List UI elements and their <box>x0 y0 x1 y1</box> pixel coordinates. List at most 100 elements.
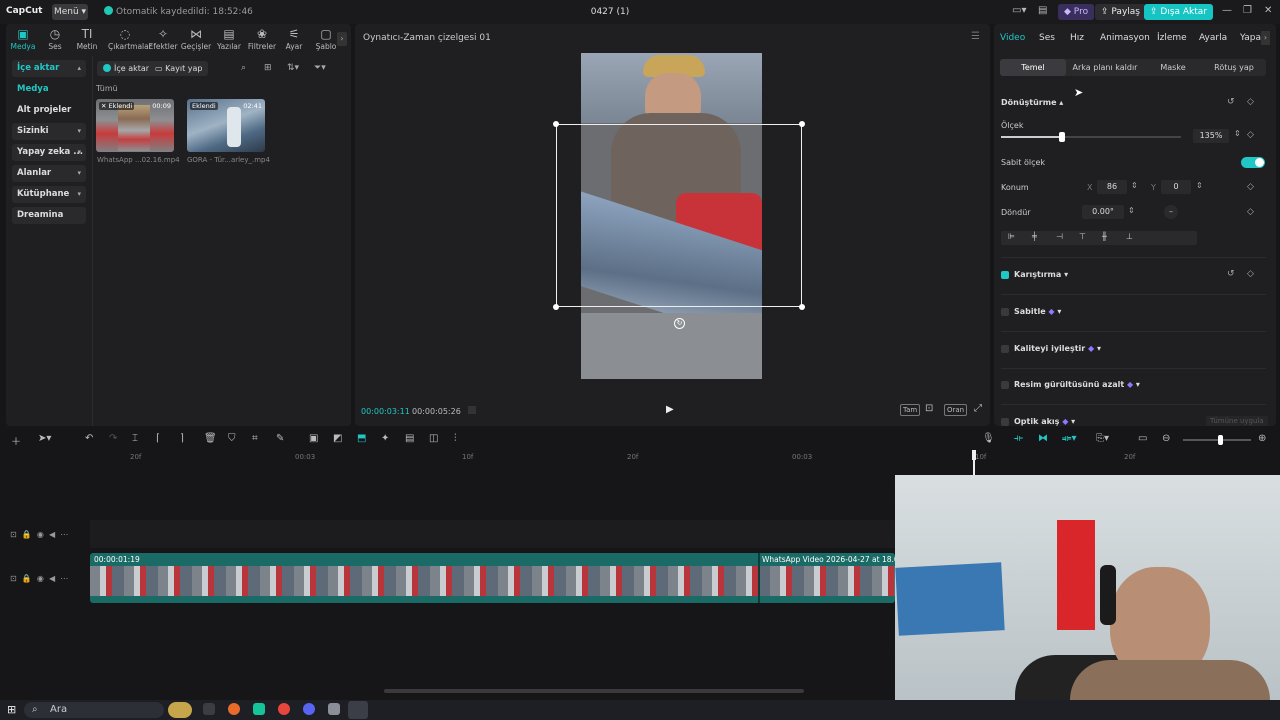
sidebar-item-import[interactable]: İçe aktar ▴ <box>12 60 86 77</box>
full-quality-button[interactable]: Tam <box>900 404 921 416</box>
microphone-icon[interactable]: 🎙 <box>982 433 995 444</box>
freeze-icon[interactable]: ◩ <box>333 433 342 444</box>
shield-icon[interactable]: ⛉ <box>228 433 236 444</box>
apply-all-button[interactable]: Tümüne uygula <box>1206 416 1268 426</box>
pos-x-input[interactable]: 86 <box>1097 180 1127 194</box>
task-view-icon[interactable] <box>203 703 215 715</box>
optical-flow-section[interactable]: Optik akış ◆ ▾ <box>1014 417 1075 426</box>
reset-icon[interactable]: ↺ <box>1227 97 1235 107</box>
lock-icon[interactable]: 🔒 <box>22 530 32 539</box>
sidebar-item-yours[interactable]: Sizinki ▾ <box>12 123 86 140</box>
blend-section[interactable]: Karıştırma ▾ <box>1014 270 1068 279</box>
tab-audio[interactable]: Ses <box>1039 33 1055 43</box>
enhance-checkbox[interactable] <box>1001 345 1009 353</box>
maximize-icon[interactable]: ❐ <box>1243 5 1252 16</box>
sidebar-item-spaces[interactable]: Alanlar ▾ <box>12 165 86 182</box>
keyframe-icon[interactable]: ◇ <box>1247 97 1254 107</box>
taskbar-search[interactable]: ⌕ Ara <box>24 702 164 718</box>
chrome-icon[interactable] <box>278 703 290 715</box>
mute-icon[interactable]: ◀ <box>49 530 55 539</box>
keyframe-icon[interactable]: ◇ <box>1247 130 1254 140</box>
firefox-icon[interactable] <box>228 703 240 715</box>
tab-tracking[interactable]: İzleme <box>1157 33 1187 43</box>
subtab-retouch[interactable]: Rötuş yap <box>1202 59 1266 76</box>
pro-button[interactable]: ◆ Pro <box>1058 4 1095 20</box>
tool-media[interactable]: ▣ Medya <box>6 27 40 51</box>
scale-input[interactable]: 135% <box>1193 129 1229 143</box>
tool-stickers[interactable]: ◌ Çıkartmalar <box>108 27 152 51</box>
timeline-scrollbar[interactable] <box>384 689 804 693</box>
mute-icon[interactable]: ◀ <box>49 574 55 583</box>
denoise-checkbox[interactable] <box>1001 381 1009 389</box>
split-right-icon[interactable]: ⌉ <box>180 433 184 444</box>
windows-start-icon[interactable]: ⊞ <box>7 703 16 716</box>
select-tool-icon[interactable]: ➤▾ <box>38 433 51 444</box>
tool-audio[interactable]: ◷ Ses <box>38 27 72 51</box>
align-top-icon[interactable]: ⊤ <box>1079 232 1086 241</box>
capcut-taskbar-icon[interactable] <box>348 701 368 719</box>
subtab-basic[interactable]: Temel <box>1000 59 1066 76</box>
eye-icon[interactable]: ◉ <box>37 574 44 583</box>
tool-filters[interactable]: ❀ Filtreler <box>245 27 279 51</box>
ai-edit-icon[interactable]: ✎ <box>276 433 284 444</box>
enhance-section[interactable]: Kaliteyi iyileştir ◆ ▾ <box>1014 344 1101 353</box>
link-icon[interactable]: ⟚▾ <box>1062 433 1076 444</box>
timeline-ruler[interactable]: 20f 00:03 10f 20f 00:03 <box>90 450 895 464</box>
rotate-handle-icon[interactable]: ↻ <box>674 318 685 329</box>
fit-icon[interactable]: ⊡ <box>925 403 933 414</box>
add-track-icon[interactable]: ＋ <box>11 433 21 448</box>
tool-adjust[interactable]: ⚟ Ayar <box>277 27 311 51</box>
pos-y-input[interactable]: 0 <box>1161 180 1191 194</box>
resize-handle[interactable] <box>553 304 559 310</box>
subtab-remove-bg[interactable]: Arka planı kaldır <box>1066 59 1144 76</box>
tab-animation[interactable]: Animasyon <box>1100 33 1150 43</box>
more-icon[interactable]: ⋯ <box>60 530 68 539</box>
retouch-icon[interactable]: ◫ <box>429 433 438 444</box>
redo-icon[interactable]: ↷ <box>109 433 117 444</box>
minimize-icon[interactable]: — <box>1222 5 1232 16</box>
undo-icon[interactable]: ↶ <box>85 433 93 444</box>
close-icon[interactable]: ✕ <box>1264 5 1272 16</box>
stabilize-checkbox[interactable] <box>1001 308 1009 316</box>
stepper-icon[interactable]: ⇕ <box>1128 206 1135 215</box>
tool-transitions[interactable]: ⋈ Geçişler <box>179 27 213 51</box>
empty-track[interactable] <box>90 520 895 548</box>
transform-box[interactable] <box>553 121 805 310</box>
filter-icon[interactable]: ⏷▾ <box>314 63 326 73</box>
track-cover-icon[interactable]: ⊡ <box>10 530 17 539</box>
keyframe-icon[interactable]: ◇ <box>1247 182 1254 192</box>
ratio-button[interactable]: Oran <box>944 404 968 416</box>
stepper-icon[interactable]: ⇕ <box>1131 181 1138 190</box>
play-button[interactable]: ▶ <box>666 404 674 415</box>
zoom-knob[interactable] <box>1218 435 1223 445</box>
resize-handle[interactable] <box>799 121 805 127</box>
reset-icon[interactable]: ↺ <box>1227 269 1235 279</box>
align-hcenter-icon[interactable]: ╪ <box>1032 232 1037 241</box>
align-bottom-icon[interactable]: ⊥ <box>1126 232 1133 241</box>
shortcuts-icon[interactable]: ▤ <box>1038 5 1047 16</box>
stepper-icon[interactable]: ⇕ <box>1196 181 1203 190</box>
track-cover-icon[interactable]: ⊡ <box>10 574 17 583</box>
tab-video[interactable]: Video <box>1000 33 1025 43</box>
zoom-in-icon[interactable]: ⊕ <box>1258 433 1266 444</box>
align-left-icon[interactable]: ⊫ <box>1008 232 1015 241</box>
tab-more[interactable]: Yapa <box>1240 33 1261 43</box>
app-icon[interactable] <box>253 703 265 715</box>
media-thumb-gora[interactable]: Eklendi 02:41 <box>187 99 265 152</box>
blend-checkbox[interactable] <box>1001 271 1009 279</box>
delete-icon[interactable]: 🗑 <box>204 433 217 444</box>
media-thumb-whatsapp[interactable]: ✕ Eklendi 00:09 <box>96 99 174 152</box>
uniform-scale-toggle[interactable] <box>1241 157 1265 168</box>
app-icon[interactable] <box>328 703 340 715</box>
sort-icon[interactable]: ⇅▾ <box>287 63 299 73</box>
snap-icon[interactable]: ⧓ <box>1038 433 1048 444</box>
tool-captions[interactable]: ▤ Yazılar <box>212 27 246 51</box>
zoom-out-icon[interactable]: ⊖ <box>1162 433 1170 444</box>
transform-section[interactable]: Dönüştürme ▴ <box>1001 98 1063 107</box>
magic-icon[interactable]: ✦ <box>381 433 389 444</box>
resize-handle[interactable] <box>553 121 559 127</box>
discord-icon[interactable] <box>303 703 315 715</box>
link-main-icon[interactable]: ⟛ <box>1014 433 1023 444</box>
crop-icon[interactable]: ⌗ <box>252 433 258 444</box>
subtitle-icon[interactable]: ▤ <box>405 433 414 444</box>
